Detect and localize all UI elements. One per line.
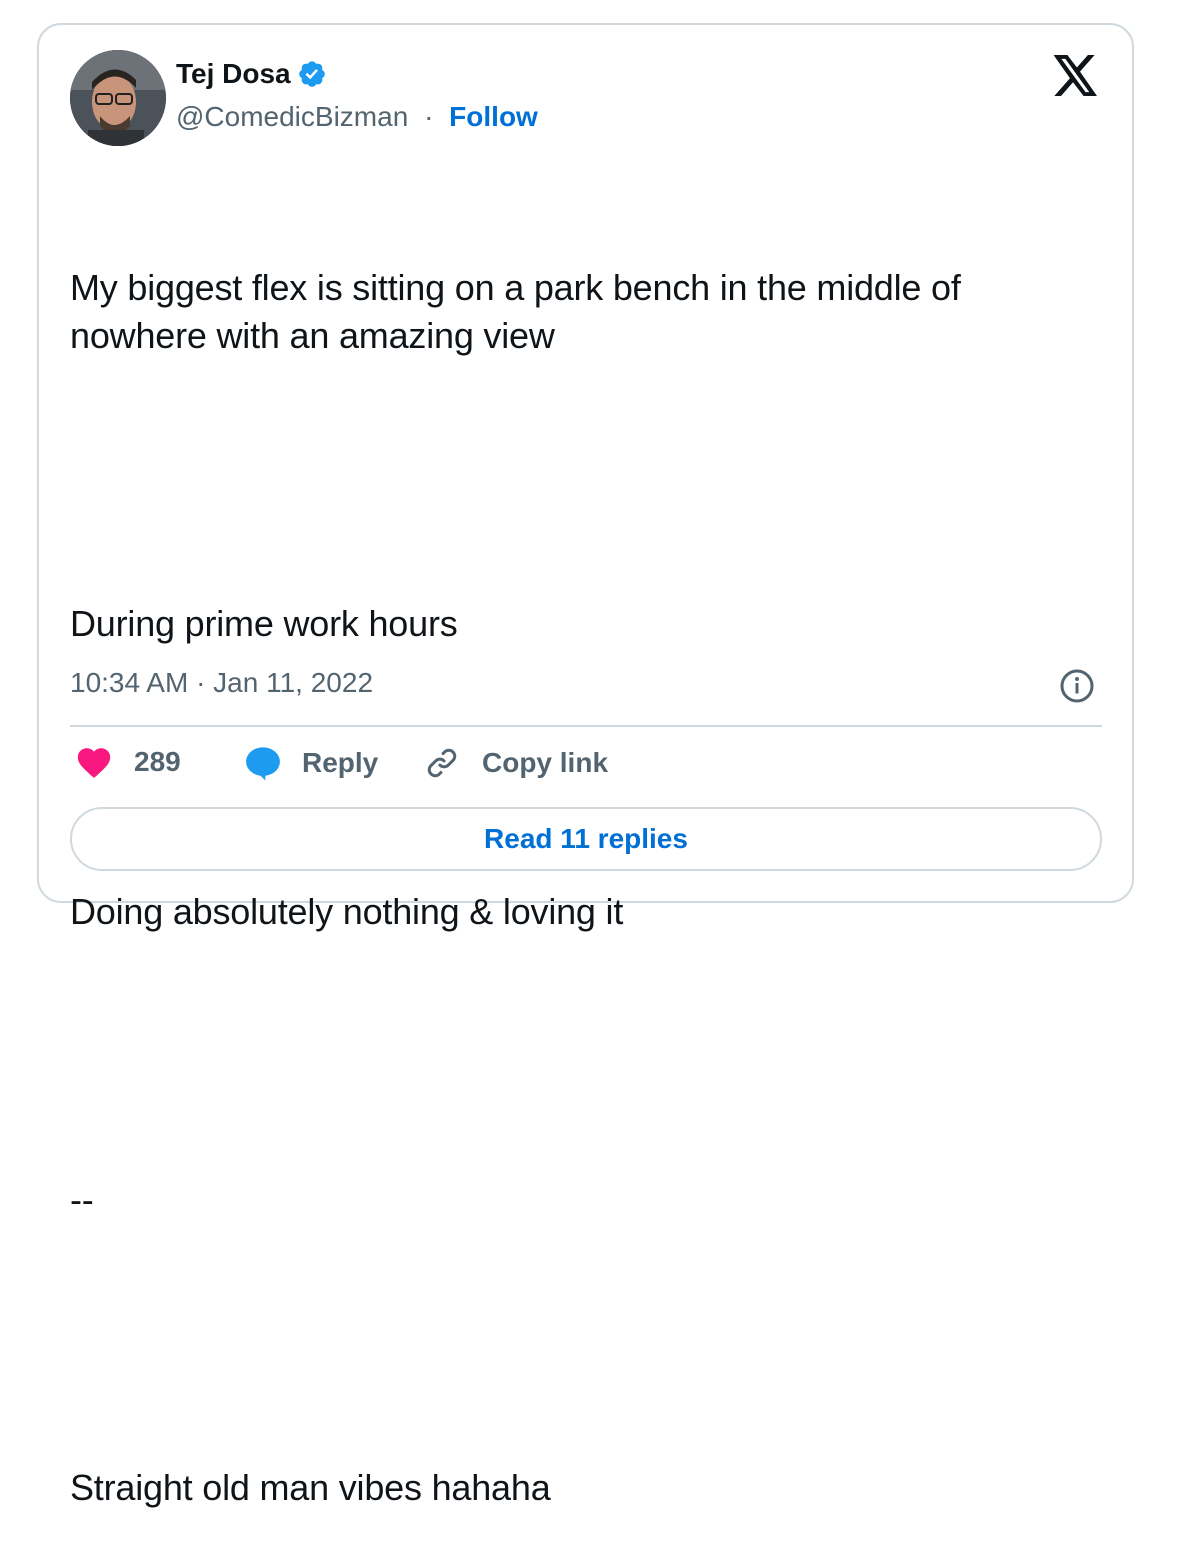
- separator-dot: ·: [424, 101, 434, 132]
- verified-badge-icon: [298, 61, 325, 87]
- tweet-line: Doing absolutely nothing & loving it: [70, 891, 624, 932]
- avatar[interactable]: [70, 50, 166, 146]
- speech-bubble-icon: [246, 747, 280, 781]
- copy-link-label: Copy link: [482, 747, 609, 778]
- author-name-row: Tej Dosa: [176, 58, 327, 90]
- reply-button[interactable]: Reply: [244, 745, 378, 781]
- tweet-line: During prime work hours: [70, 603, 458, 644]
- tweet-line: --: [70, 1179, 94, 1220]
- x-logo-icon[interactable]: [1053, 55, 1099, 97]
- divider: [70, 725, 1102, 727]
- follow-button[interactable]: Follow: [449, 101, 538, 132]
- info-icon[interactable]: [1059, 668, 1095, 704]
- author-handle[interactable]: @ComedicBizman: [176, 101, 408, 132]
- tweet-line: [70, 1032, 1080, 1080]
- avatar-photo: [70, 50, 166, 146]
- author-name[interactable]: Tej Dosa: [176, 58, 291, 90]
- tweet-line: My biggest flex is sitting on a park ben…: [70, 267, 971, 356]
- like-count: 289: [134, 746, 181, 777]
- like-button[interactable]: 289: [76, 745, 181, 779]
- link-icon: [427, 748, 457, 778]
- reply-label: Reply: [302, 747, 379, 778]
- copy-link-button[interactable]: Copy link: [424, 745, 608, 781]
- heart-icon: [77, 748, 111, 778]
- tweet-line: [70, 1320, 1080, 1368]
- author-handle-row: @ComedicBizman · Follow: [176, 101, 538, 133]
- tweet-timestamp[interactable]: 10:34 AM · Jan 11, 2022: [70, 667, 373, 699]
- tweet-line: Straight old man vibes hahaha: [70, 1467, 551, 1508]
- read-replies-label: Read 11 replies: [484, 823, 688, 854]
- tweet-line: [70, 456, 1080, 504]
- read-replies-button[interactable]: Read 11 replies: [70, 807, 1102, 871]
